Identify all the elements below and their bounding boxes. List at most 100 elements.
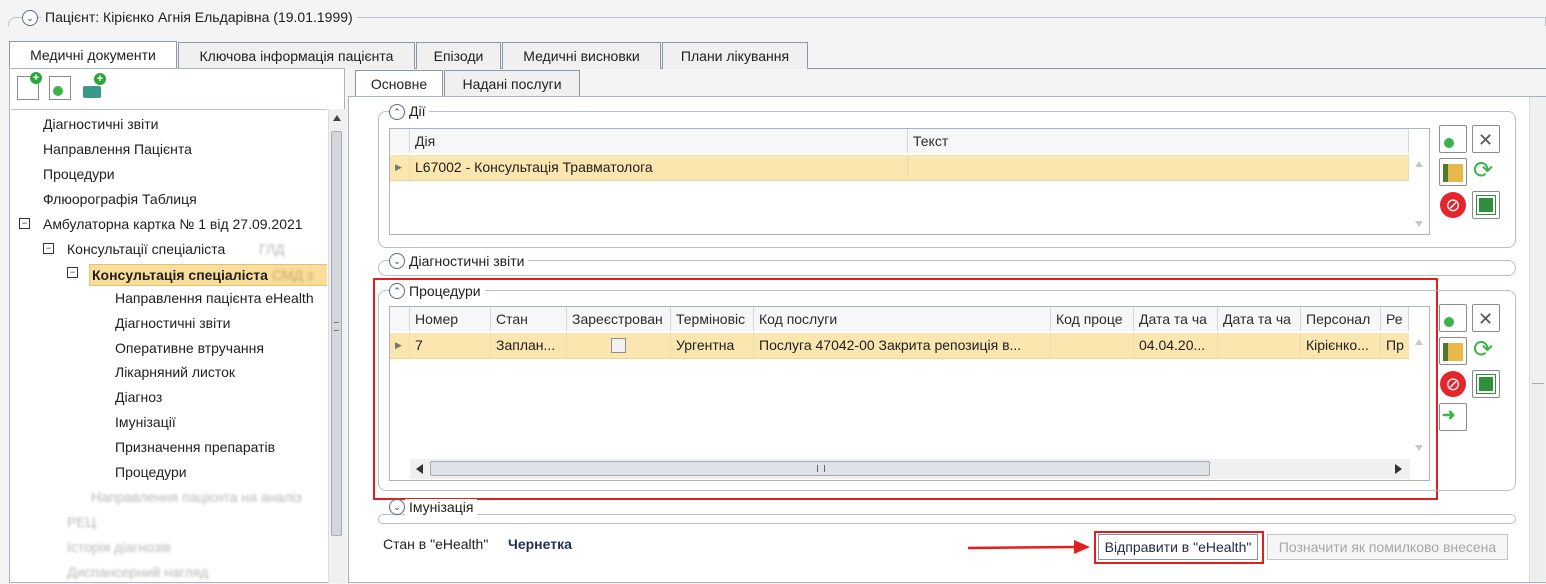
immunization-title: Імунізація bbox=[405, 499, 478, 515]
table-icon[interactable] bbox=[1472, 191, 1500, 219]
tree-item-blurred[interactable]: РЕЦ bbox=[67, 514, 96, 530]
collapse-patient-icon[interactable]: ⌄ bbox=[22, 10, 38, 26]
tree-scrollbar[interactable] bbox=[328, 109, 345, 583]
tree-item-outpatient-card[interactable]: Амбулаторна картка № 1 від 27.09.2021 bbox=[43, 216, 303, 232]
table-row[interactable]: ▶ 7 Заплан... Ургентна Послуга 47042-00 … bbox=[390, 333, 1409, 359]
open-folder-icon[interactable] bbox=[1439, 337, 1467, 365]
collapse-procedures-icon[interactable]: ⌃ bbox=[389, 283, 405, 299]
registered-checkbox[interactable] bbox=[611, 338, 626, 353]
tools-icon[interactable]: ✕ bbox=[1472, 304, 1500, 332]
add-episode-icon[interactable]: + bbox=[82, 73, 106, 100]
add-document-icon[interactable] bbox=[49, 76, 71, 100]
documents-panel: + + Діагностичні звіти Направлення Паціє… bbox=[9, 68, 345, 583]
scroll-left-icon[interactable] bbox=[416, 464, 423, 474]
column-action[interactable]: Дія bbox=[410, 129, 908, 153]
row-indicator-header bbox=[390, 129, 410, 153]
delete-icon[interactable]: ⊘ bbox=[1439, 370, 1467, 398]
tree-item-surgery[interactable]: Оперативне втручання bbox=[115, 340, 264, 356]
add-action-icon[interactable] bbox=[1439, 125, 1467, 153]
tab-provided-services[interactable]: Надані послуги bbox=[444, 70, 580, 96]
tree-item-blurred[interactable]: Направлення пацієнта на аналіз bbox=[91, 489, 302, 505]
procedures-grid-vscroll[interactable] bbox=[1410, 333, 1429, 458]
scroll-down-icon[interactable] bbox=[1415, 221, 1423, 227]
column-text[interactable]: Текст bbox=[908, 129, 1409, 153]
tree-item-prescriptions[interactable]: Призначення препаратів bbox=[115, 439, 275, 455]
export-icon[interactable]: ➜ bbox=[1439, 403, 1467, 431]
table-row[interactable]: ▶ L67002 - Консультація Травматолога bbox=[390, 155, 1409, 181]
expand-diagnostic-reports-icon[interactable]: ⌄ bbox=[389, 253, 405, 269]
tree-item-procedures-sub[interactable]: Процедури bbox=[115, 464, 187, 480]
tree-item-blurred[interactable]: Диспансерний нагляд bbox=[67, 564, 208, 580]
tab-medical-conclusions[interactable]: Медичні висновки bbox=[502, 42, 661, 69]
column-state[interactable]: Стан bbox=[491, 307, 567, 331]
grip-icon bbox=[334, 322, 339, 331]
tree-item-immunizations[interactable]: Імунізації bbox=[115, 414, 176, 430]
column-date-start[interactable]: Дата та ча bbox=[1134, 307, 1218, 331]
actions-grid-scrollbar[interactable] bbox=[1410, 155, 1429, 234]
refresh-icon[interactable]: ⟳ bbox=[1472, 337, 1500, 365]
column-urgency[interactable]: Терміновіс bbox=[671, 307, 754, 331]
collapse-icon[interactable]: − bbox=[67, 267, 78, 278]
row-indicator-icon: ▶ bbox=[390, 155, 410, 180]
row-indicator-header bbox=[390, 307, 410, 331]
tab-treatment-plans[interactable]: Плани лікування bbox=[662, 42, 808, 69]
column-number[interactable]: Номер bbox=[410, 307, 491, 331]
collapse-actions-icon[interactable]: ⌃ bbox=[389, 104, 405, 120]
tab-episodes[interactable]: Епізоди bbox=[416, 42, 501, 69]
diagnostic-reports-group bbox=[378, 260, 1516, 276]
tree-item-diagnosis[interactable]: Діагноз bbox=[115, 389, 162, 405]
tree-item-fluorography[interactable]: Флюорографія Таблиця bbox=[43, 191, 197, 207]
tools-icon[interactable]: ✕ bbox=[1472, 125, 1500, 153]
procedures-title: Процедури bbox=[405, 283, 485, 299]
column-procedure-code[interactable]: Код проце bbox=[1051, 307, 1134, 331]
refresh-icon[interactable]: ⟳ bbox=[1472, 158, 1500, 186]
tree-item-specialist-consultations[interactable]: Консультації спеціаліста bbox=[67, 241, 225, 257]
collapse-icon[interactable]: − bbox=[43, 243, 54, 254]
cell-action: L67002 - Консультація Травматолога bbox=[410, 155, 908, 180]
tree-item-blurred[interactable]: Історія діагнозів bbox=[67, 539, 171, 555]
tree-item-sick-leave[interactable]: Лікарняний листок bbox=[115, 364, 235, 380]
table-icon[interactable] bbox=[1472, 370, 1500, 398]
column-service-code[interactable]: Код послуги bbox=[754, 307, 1051, 331]
tree-item-selected-consultation[interactable]: Консультація спеціаліста СМД з bbox=[89, 264, 327, 286]
tab-main[interactable]: Основне bbox=[355, 70, 443, 97]
tree-item-procedures[interactable]: Процедури bbox=[43, 166, 115, 182]
scrollbar-thumb[interactable] bbox=[331, 131, 342, 536]
scroll-up-icon[interactable] bbox=[333, 115, 341, 121]
hscroll-thumb[interactable] bbox=[430, 461, 1210, 476]
scroll-up-icon[interactable] bbox=[1415, 339, 1423, 345]
delete-icon[interactable]: ⊘ bbox=[1439, 191, 1467, 219]
tab-medical-documents[interactable]: Медичні документи bbox=[9, 41, 177, 70]
grip-icon bbox=[817, 465, 825, 472]
column-re[interactable]: Ре bbox=[1381, 307, 1409, 331]
column-registered[interactable]: Зареєстрован bbox=[567, 307, 671, 331]
patient-title: Пацієнт: Кірієнко Агнія Ельдарівна (19.0… bbox=[41, 9, 357, 25]
column-staff[interactable]: Персонал bbox=[1301, 307, 1381, 331]
cell-re: Пр bbox=[1386, 337, 1404, 353]
ehealth-status-value: Чернетка bbox=[508, 536, 572, 552]
tree-item-diagnostic-reports[interactable]: Діагностичні звіти bbox=[43, 116, 158, 132]
tree-item-patient-referral[interactable]: Направлення Пацієнта bbox=[43, 141, 192, 157]
annotation-arrow-icon bbox=[967, 540, 1090, 554]
selected-consultation-label: Консультація спеціаліста bbox=[92, 267, 268, 283]
new-document-icon[interactable]: + bbox=[17, 72, 42, 100]
expand-immunization-icon[interactable]: ⌄ bbox=[389, 499, 405, 515]
ehealth-status-label: Стан в "eHealth" bbox=[383, 536, 489, 552]
column-date-end[interactable]: Дата та ча bbox=[1218, 307, 1301, 331]
add-procedure-icon[interactable] bbox=[1439, 304, 1467, 332]
mark-as-error-button[interactable]: Позначити як помилково внесена bbox=[1267, 534, 1508, 560]
tab-key-info[interactable]: Ключова інформація пацієнта bbox=[178, 42, 415, 69]
actions-title: Дії bbox=[405, 103, 430, 119]
details-scrollbar[interactable] bbox=[1529, 97, 1546, 582]
scrollbar-thumb[interactable] bbox=[1532, 383, 1544, 582]
tree-item-diagnostic-reports-sub[interactable]: Діагностичні звіти bbox=[115, 315, 230, 331]
procedures-grid-hscroll[interactable] bbox=[410, 459, 1410, 479]
open-folder-icon[interactable] bbox=[1439, 158, 1467, 186]
row-indicator-icon: ▶ bbox=[390, 333, 410, 358]
send-to-ehealth-button[interactable]: Відправити в "eHealth" bbox=[1098, 534, 1258, 560]
collapse-icon[interactable]: − bbox=[19, 218, 30, 229]
scroll-right-icon[interactable] bbox=[1395, 464, 1402, 474]
tree-item-ehealth-referral[interactable]: Направлення пацієнта eHealth bbox=[115, 290, 314, 306]
scroll-down-icon[interactable] bbox=[1415, 445, 1423, 451]
scroll-up-icon[interactable] bbox=[1415, 161, 1423, 167]
